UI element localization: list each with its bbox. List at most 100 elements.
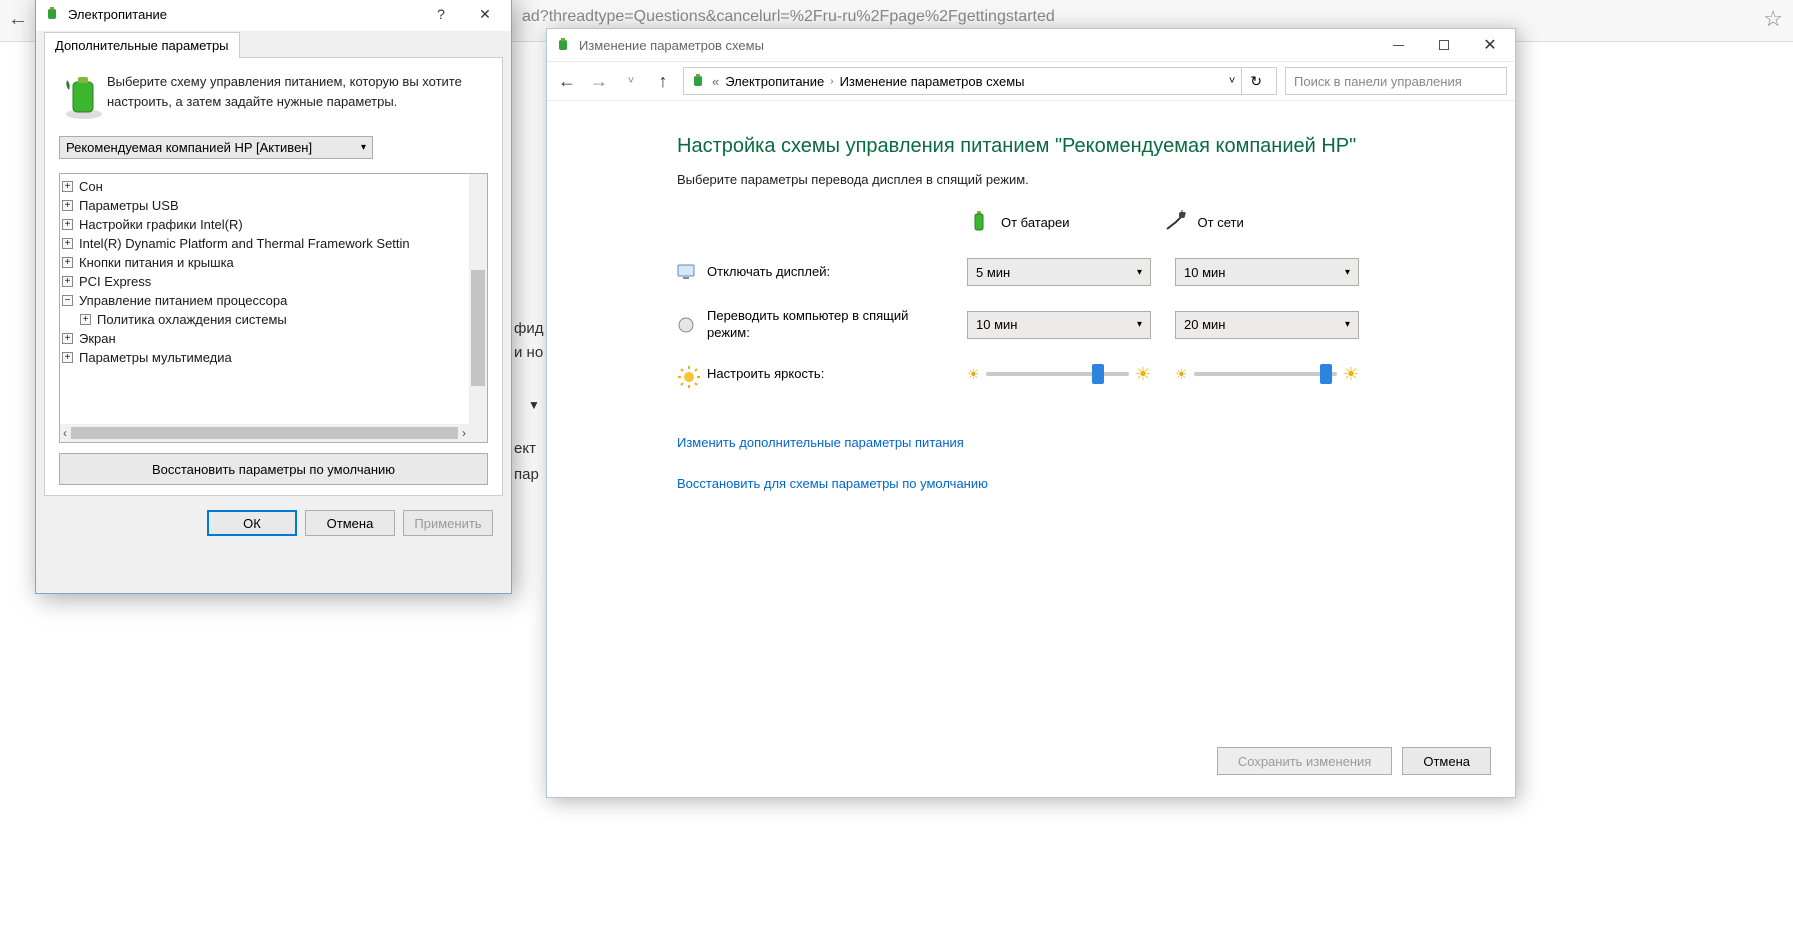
- tree-item-label: Управление питанием процессора: [79, 293, 287, 308]
- tree-item[interactable]: + Настройки графики Intel(R): [62, 215, 467, 234]
- chevron-down-icon: ▾: [1345, 319, 1350, 330]
- chevron-down-icon: ▾: [1137, 267, 1142, 278]
- moon-icon: [677, 316, 695, 334]
- ok-button[interactable]: ОК: [207, 510, 297, 536]
- brightness-slider-mains[interactable]: ☀ ☀: [1175, 364, 1359, 385]
- help-button[interactable]: ?: [419, 0, 463, 29]
- browser-back-icon[interactable]: ←: [8, 8, 28, 31]
- sun-low-icon: ☀: [967, 366, 980, 383]
- close-button[interactable]: ✕: [1467, 30, 1513, 60]
- expand-icon[interactable]: +: [62, 333, 73, 344]
- navigation-bar: ← → ˅ ↑ « Электропитание › Изменение пар…: [547, 61, 1515, 101]
- tree-item[interactable]: +Сон: [62, 177, 467, 196]
- chevron-down-icon[interactable]: ˅: [1229, 75, 1235, 87]
- tree-item[interactable]: + Политика охлаждения системы: [62, 310, 467, 329]
- collapse-icon[interactable]: −: [62, 295, 73, 306]
- sleep-battery-select[interactable]: 10 мин▾: [967, 311, 1151, 339]
- window-titlebar: Изменение параметров схемы ✕: [547, 29, 1515, 61]
- horizontal-scrollbar[interactable]: ‹ ›: [60, 424, 469, 442]
- display-off-mains-select[interactable]: 10 мин▾: [1175, 258, 1359, 286]
- page-subtitle: Выберите параметры перевода дисплея в сп…: [677, 172, 1461, 187]
- tree-item[interactable]: +Кнопки питания и крышка: [62, 253, 467, 272]
- chevron-down-icon: ▾: [1137, 319, 1142, 330]
- expand-icon[interactable]: +: [62, 352, 73, 363]
- sun-icon: [677, 365, 695, 383]
- slider-track[interactable]: [1194, 372, 1337, 376]
- slider-track[interactable]: [986, 372, 1129, 376]
- brightness-label: Настроить яркость:: [707, 366, 824, 383]
- expand-icon[interactable]: +: [62, 200, 73, 211]
- nav-back-icon[interactable]: ←: [555, 71, 579, 92]
- tree-item[interactable]: +Параметры USB: [62, 196, 467, 215]
- breadcrumb[interactable]: « Электропитание › Изменение параметров …: [683, 67, 1277, 95]
- expand-icon[interactable]: +: [62, 238, 73, 249]
- column-mains-label: От сети: [1198, 215, 1244, 230]
- vertical-scrollbar[interactable]: [469, 174, 487, 424]
- tree-item[interactable]: + Экран: [62, 329, 467, 348]
- tree-item[interactable]: + Intel(R) Dynamic Platform and Thermal F…: [62, 234, 467, 253]
- tree-item-label: Параметры мультимедиа: [79, 350, 232, 365]
- chevron-down-icon: ▾: [1345, 267, 1350, 278]
- dialog-titlebar: Электропитание ? ✕: [36, 0, 511, 31]
- apply-button[interactable]: Применить: [403, 510, 493, 536]
- breadcrumb-item[interactable]: Изменение параметров схемы: [840, 74, 1025, 89]
- tree-item[interactable]: + PCI Express: [62, 272, 467, 291]
- edit-plan-window: Изменение параметров схемы ✕ ← → ˅ ↑ « Э…: [546, 28, 1516, 798]
- tree-item-label: Intel(R) Dynamic Platform and Thermal Fr…: [79, 236, 410, 251]
- bg-dropdown-icon: ▼: [528, 398, 540, 412]
- tree-item-label: PCI Express: [79, 274, 151, 289]
- minimize-button[interactable]: [1375, 30, 1421, 60]
- close-button[interactable]: ✕: [463, 0, 507, 29]
- bg-text: и но: [514, 344, 543, 361]
- scroll-right-icon[interactable]: ›: [462, 426, 466, 440]
- search-placeholder: Поиск в панели управления: [1294, 74, 1462, 89]
- bg-text: пар: [514, 466, 539, 483]
- tree-item-label: Экран: [79, 331, 116, 346]
- power-icon: [690, 72, 706, 91]
- breadcrumb-item[interactable]: Электропитание: [725, 74, 824, 89]
- brightness-slider-battery[interactable]: ☀ ☀: [967, 364, 1151, 385]
- row-display-off: Отключать дисплей: 5 мин▾ 10 мин▾: [677, 258, 1461, 286]
- expand-icon[interactable]: +: [62, 276, 73, 287]
- bookmark-star-icon[interactable]: ☆: [1763, 6, 1783, 32]
- chevron-right-icon: ›: [830, 76, 833, 87]
- search-input[interactable]: Поиск в панели управления: [1285, 67, 1507, 95]
- expand-icon[interactable]: +: [62, 181, 73, 192]
- battery-icon: [967, 209, 991, 236]
- monitor-icon: [677, 263, 695, 281]
- bc-sep: «: [712, 74, 719, 89]
- display-off-label: Отключать дисплей:: [707, 264, 830, 281]
- tab-advanced[interactable]: Дополнительные параметры: [44, 32, 240, 58]
- battery-large-icon: [59, 72, 93, 122]
- tree-scroll-area[interactable]: +Сон+Параметры USB+Настройки графики Int…: [60, 174, 469, 424]
- nav-up-icon[interactable]: ↑: [651, 71, 675, 92]
- nav-recent-icon[interactable]: ˅: [619, 75, 643, 87]
- cancel-button[interactable]: Отмена: [1402, 747, 1491, 775]
- scroll-left-icon[interactable]: ‹: [63, 426, 67, 440]
- expand-icon[interactable]: +: [62, 257, 73, 268]
- save-button[interactable]: Сохранить изменения: [1217, 747, 1393, 775]
- expand-icon[interactable]: +: [80, 314, 91, 325]
- tree-item-label: Политика охлаждения системы: [97, 312, 287, 327]
- sun-high-icon: ☀: [1135, 364, 1151, 385]
- nav-forward-icon[interactable]: →: [587, 71, 611, 92]
- browser-url-fragment: ad?threadtype=Questions&cancelurl=%2Fru-…: [522, 8, 1055, 26]
- link-restore-defaults[interactable]: Восстановить для схемы параметры по умол…: [677, 476, 1461, 491]
- expand-icon[interactable]: +: [62, 219, 73, 230]
- tree-item-label: Настройки графики Intel(R): [79, 217, 243, 232]
- link-advanced-settings[interactable]: Изменить дополнительные параметры питани…: [677, 435, 1461, 450]
- power-icon: [555, 36, 571, 55]
- column-battery: От батареи: [967, 209, 1070, 236]
- tree-item[interactable]: + Параметры мультимедиа: [62, 348, 467, 367]
- content-area: Настройка схемы управления питанием "Рек…: [547, 101, 1515, 797]
- sleep-mains-select[interactable]: 20 мин▾: [1175, 311, 1359, 339]
- maximize-button[interactable]: [1421, 30, 1467, 60]
- column-battery-label: От батареи: [1001, 215, 1070, 230]
- display-off-battery-select[interactable]: 5 мин▾: [967, 258, 1151, 286]
- refresh-icon[interactable]: ↻: [1241, 68, 1270, 94]
- restore-defaults-button[interactable]: Восстановить параметры по умолчанию: [59, 453, 488, 485]
- instruction-text: Выберите схему управления питанием, кото…: [107, 72, 488, 122]
- power-scheme-select[interactable]: Рекомендуемая компанией HP [Активен] ▾: [59, 136, 373, 159]
- cancel-button[interactable]: Отмена: [305, 510, 395, 536]
- tree-item[interactable]: −Управление питанием процессора: [62, 291, 467, 310]
